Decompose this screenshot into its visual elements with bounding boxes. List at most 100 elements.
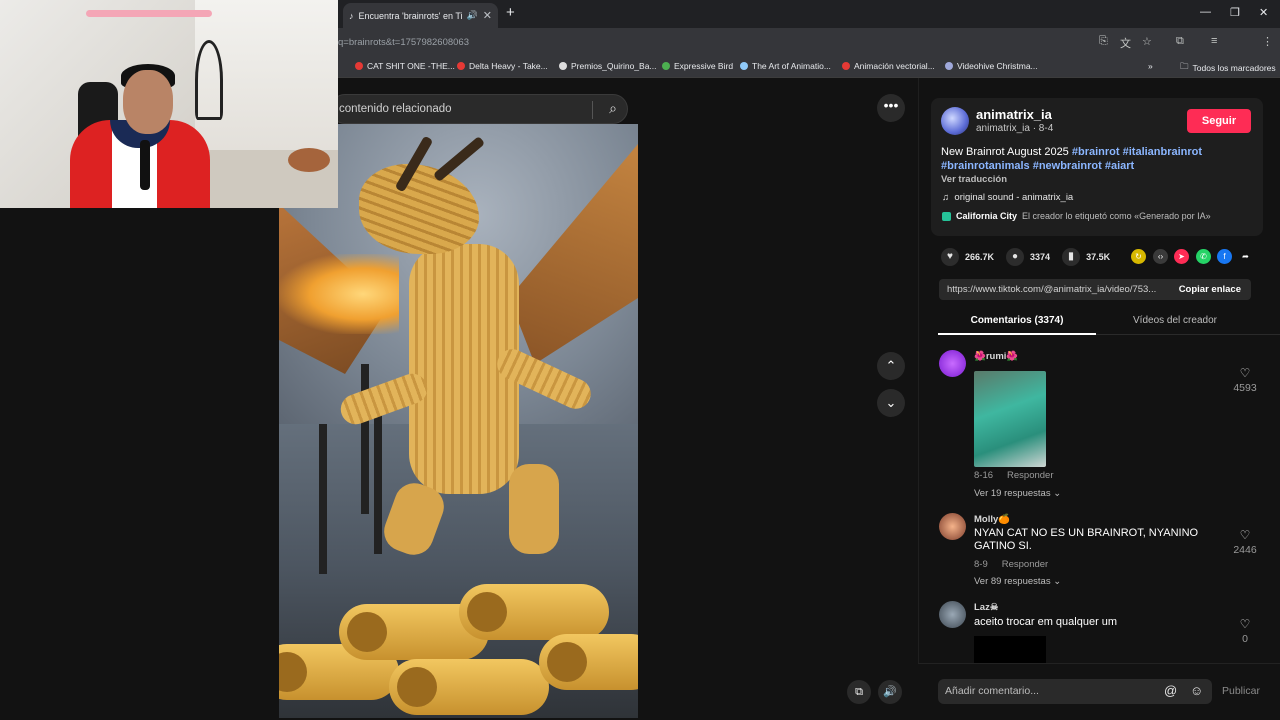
previous-video-icon[interactable]: ⌃ xyxy=(877,352,905,380)
comment-input[interactable]: Añadir comentario... @ ☺ xyxy=(938,679,1212,704)
next-video-icon[interactable]: ⌄ xyxy=(877,389,905,417)
commenter-name[interactable]: Laz☠ xyxy=(974,602,998,613)
bookmark-item[interactable]: Premios_Quirino_Ba... xyxy=(559,61,657,71)
heart-icon: ♥ xyxy=(941,248,959,266)
embed-icon[interactable]: ‹› xyxy=(1153,249,1168,264)
picture-in-picture-icon[interactable]: ⧉ xyxy=(847,680,871,704)
bookmark-item[interactable]: Expressive Bird xyxy=(662,61,733,71)
site-icon xyxy=(945,62,953,70)
mention-icon[interactable]: @ xyxy=(1164,683,1177,698)
media-icon[interactable]: ≡ xyxy=(1211,35,1217,47)
comment-like[interactable]: ♡ 0 xyxy=(1228,617,1262,645)
hashtag[interactable]: #brainrot xyxy=(1072,146,1120,158)
comment-placeholder: Añadir comentario... xyxy=(945,685,1039,697)
star-icon[interactable]: ☆ xyxy=(1142,35,1152,48)
comment-image[interactable] xyxy=(974,636,1046,663)
install-icon[interactable]: ⎘ xyxy=(1099,35,1108,48)
share-link[interactable]: https://www.tiktok.com/@animatrix_ia/vid… xyxy=(947,284,1169,295)
creator-name[interactable]: animatrix_ia xyxy=(976,107,1052,122)
save-stat[interactable]: ▮ 37.5K xyxy=(1062,248,1110,266)
close-window-icon[interactable]: ✕ xyxy=(1259,6,1268,19)
reply-button[interactable]: Responder xyxy=(1002,559,1048,570)
menu-icon[interactable]: ⋮ xyxy=(1262,35,1273,48)
restore-icon[interactable]: ❐ xyxy=(1230,6,1240,19)
new-tab-icon[interactable]: + xyxy=(506,5,515,21)
fan-image xyxy=(195,40,223,120)
bookmark-icon: ▮ xyxy=(1062,248,1081,266)
more-options-icon[interactable]: ••• xyxy=(877,94,905,122)
search-placeholder: contenido relacionado xyxy=(339,103,452,115)
sound-link[interactable]: ♫ original sound - animatrix_ia xyxy=(942,192,1073,203)
commenter-avatar[interactable] xyxy=(939,513,966,540)
follow-button[interactable]: Seguir xyxy=(1187,109,1251,133)
microphone-image xyxy=(140,140,150,190)
commenter-avatar[interactable] xyxy=(939,350,966,377)
comment-like[interactable]: ♡ 4593 xyxy=(1228,366,1262,394)
minimize-icon[interactable]: — xyxy=(1200,6,1211,18)
tab-comments[interactable]: Comentarios (3374) xyxy=(938,315,1096,326)
heart-outline-icon: ♡ xyxy=(1239,528,1251,542)
feather-icon xyxy=(662,62,670,70)
speaker-icon[interactable]: 🔊 xyxy=(467,10,478,21)
screen: ♪ Encuentra 'brainrots' en Tik 🔊 ✕ + — ❐… xyxy=(0,0,1280,720)
location-link[interactable]: California City xyxy=(956,211,1017,221)
search-icon[interactable]: ⌕ xyxy=(609,100,617,117)
like-stat[interactable]: ♥ 266.7K xyxy=(941,248,994,266)
all-bookmarks[interactable]: 🗀 Todos los marcadores xyxy=(1180,61,1276,75)
volume-icon[interactable]: 🔊 xyxy=(878,680,902,704)
tiktok-icon: ♪ xyxy=(349,10,354,21)
comment-like[interactable]: ♡ 2446 xyxy=(1228,528,1262,556)
url-field[interactable]: q=brainrots&t=1757982608063 xyxy=(338,37,469,48)
publish-button[interactable]: Publicar xyxy=(1222,685,1260,697)
copy-link-button[interactable]: Copiar enlace xyxy=(1179,284,1241,295)
extensions-icon[interactable]: ⧉ xyxy=(1176,35,1184,48)
dog-image xyxy=(288,148,330,172)
stream-overlay-bar xyxy=(86,10,212,17)
tab-creator-videos[interactable]: Vídeos del creador xyxy=(1098,315,1252,326)
video-description: New Brainrot August 2025 #brainrot #ital… xyxy=(941,146,1203,172)
site-icon xyxy=(842,62,850,70)
related-search-bar[interactable]: contenido relacionado ⌕ xyxy=(330,94,628,124)
hashtag[interactable]: #brainrotanimals xyxy=(941,160,1030,172)
browser-tab[interactable]: ♪ Encuentra 'brainrots' en Tik 🔊 ✕ xyxy=(343,3,498,28)
webcam-overlay xyxy=(0,0,338,208)
bookmark-item[interactable]: CAT SHIT ONE -THE... xyxy=(355,61,455,71)
tab-title: Encuentra 'brainrots' en Tik xyxy=(358,10,462,21)
ai-label: El creador lo etiquetó como «Generado po… xyxy=(1022,211,1211,221)
close-tab-icon[interactable]: ✕ xyxy=(483,9,492,22)
bookmark-item[interactable]: Animación vectorial... xyxy=(842,61,935,71)
view-replies[interactable]: Ver 89 respuestas ⌄ xyxy=(974,576,1061,587)
reply-button[interactable]: Responder xyxy=(1007,470,1053,481)
music-note-icon: ♫ xyxy=(942,192,950,203)
comment-stat[interactable]: ● 3374 xyxy=(1006,248,1050,266)
emoji-icon[interactable]: ☺ xyxy=(1190,683,1203,698)
share-arrow-icon[interactable]: ➦ xyxy=(1238,249,1253,264)
hashtag[interactable]: #italianbrainrot xyxy=(1123,146,1202,158)
send-icon[interactable]: ➤ xyxy=(1174,249,1189,264)
facebook-icon[interactable]: f xyxy=(1217,249,1232,264)
translate-link[interactable]: Ver traducción xyxy=(941,174,1007,185)
comment-image[interactable] xyxy=(974,371,1046,467)
heart-outline-icon: ♡ xyxy=(1239,617,1251,631)
creator-avatar[interactable] xyxy=(941,107,969,135)
video-player[interactable] xyxy=(279,124,638,718)
repost-icon[interactable]: ↻ xyxy=(1131,249,1146,264)
heart-outline-icon: ♡ xyxy=(1239,366,1251,380)
comment-text: NYAN CAT NO ES UN BRAINROT, NYANINO GATI… xyxy=(974,527,1199,552)
chevron-down-icon: ⌄ xyxy=(1053,576,1062,587)
whatsapp-icon[interactable]: ✆ xyxy=(1196,249,1211,264)
bookmark-item[interactable]: The Art of Animatio... xyxy=(740,61,831,71)
comment-icon: ● xyxy=(1006,248,1025,266)
hashtag[interactable]: #newbrainrot xyxy=(1033,160,1102,172)
commenter-name[interactable]: Molly🍊 xyxy=(974,514,1010,525)
hashtag[interactable]: #aiart xyxy=(1105,160,1134,172)
comment-meta: 8-9 Responder xyxy=(974,559,1049,570)
location-icon xyxy=(942,211,951,221)
bookmark-item[interactable]: Videohive Christma... xyxy=(945,61,1038,71)
commenter-avatar[interactable] xyxy=(939,601,966,628)
more-bookmarks-icon[interactable]: » xyxy=(1148,61,1153,71)
bookmark-item[interactable]: Delta Heavy - Take... xyxy=(457,61,548,71)
translate-icon[interactable]: 文 xyxy=(1120,35,1131,51)
commenter-name[interactable]: 🌺rumi🌺 xyxy=(974,351,1018,362)
view-replies[interactable]: Ver 19 respuestas ⌄ xyxy=(974,488,1061,499)
